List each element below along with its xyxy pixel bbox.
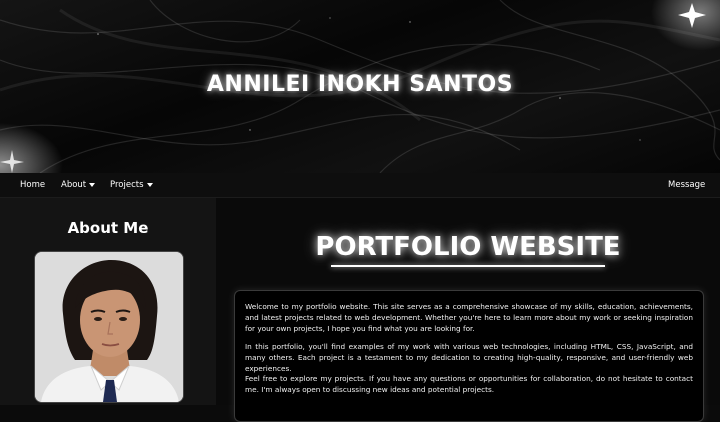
nav-projects-dropdown[interactable]: Projects <box>110 173 153 197</box>
main-navbar: Home About Projects Message <box>0 173 720 198</box>
nav-about-label: About <box>61 180 87 190</box>
chevron-down-icon <box>146 182 153 187</box>
intro-card: Welcome to my portfolio website. This si… <box>234 290 704 422</box>
intro-paragraph-3: Feel free to explore my projects. If you… <box>245 374 693 394</box>
intro-paragraph-1: Welcome to my portfolio website. This si… <box>245 302 693 333</box>
nav-home-link[interactable]: Home <box>20 173 45 197</box>
about-sidebar: About Me <box>0 198 216 405</box>
nav-projects-label: Projects <box>110 180 144 190</box>
nav-about-dropdown[interactable]: About <box>61 173 96 197</box>
nav-message-link[interactable]: Message <box>668 173 705 197</box>
hero-banner: ANNILEI INOKH SANTOS <box>0 0 720 173</box>
about-me-heading: About Me <box>67 219 149 237</box>
intro-paragraph-2: In this portfolio, you'll find examples … <box>245 342 693 373</box>
title-underline <box>331 265 605 267</box>
chevron-down-icon <box>89 182 96 187</box>
profile-photo <box>34 251 184 403</box>
main-content: PORTFOLIO WEBSITE Welcome to my portfoli… <box>216 198 720 422</box>
profile-photo-image <box>35 252 183 402</box>
page-title: PORTFOLIO WEBSITE <box>315 232 621 262</box>
site-owner-name: ANNILEI INOKH SANTOS <box>206 72 514 97</box>
